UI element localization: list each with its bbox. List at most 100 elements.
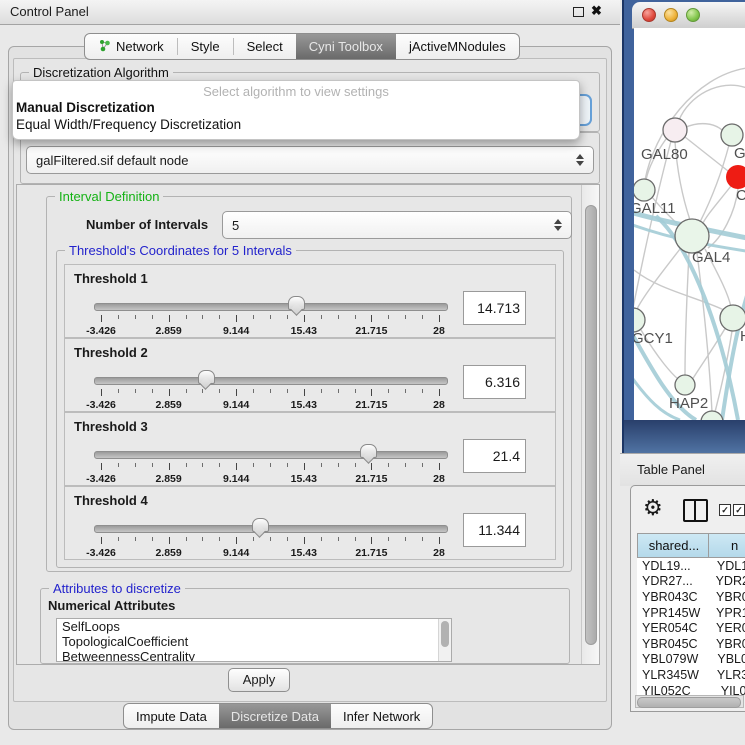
slider-thumb[interactable]	[198, 370, 215, 384]
table-row[interactable]: YLR345WYLR3	[637, 667, 745, 683]
list-item-betweennesscentrality[interactable]: BetweennessCentrality	[57, 649, 451, 662]
gear-icon[interactable]: ⚙	[643, 494, 663, 522]
popup-item-manual-discretization[interactable]: Manual Discretization	[16, 100, 155, 115]
slider-thumb[interactable]	[288, 296, 305, 310]
threshold-value-field[interactable]: 21.4	[463, 439, 526, 473]
table-cell[interactable]: YLR3	[710, 668, 745, 682]
network-node-hap2[interactable]	[675, 375, 695, 395]
table-cell[interactable]: YER054C	[637, 621, 709, 635]
network-edge[interactable]	[700, 145, 729, 222]
table-cell[interactable]: YDR2	[709, 574, 745, 588]
threshold-value-field[interactable]: 14.713	[463, 291, 526, 325]
column-header-shared-name[interactable]: shared...	[637, 533, 709, 558]
table-row[interactable]: YBR043CYBR0	[637, 589, 745, 605]
list-item-topologicalcoefficient[interactable]: TopologicalCoefficient	[57, 634, 451, 649]
network-node-gal11[interactable]	[634, 179, 655, 201]
network-edge[interactable]	[708, 189, 738, 248]
threshold-slider[interactable]: -3.4262.8599.14415.4321.71528	[94, 373, 446, 411]
vertical-scrollbar-thumb[interactable]	[585, 205, 597, 645]
table-cell[interactable]: YPR145W	[637, 606, 709, 620]
table-row[interactable]: YBR045CYBR0	[637, 636, 745, 652]
list-item-selfloops[interactable]: SelfLoops	[57, 619, 451, 634]
list-scrollbar-thumb[interactable]	[441, 621, 449, 647]
apply-button[interactable]: Apply	[228, 668, 290, 692]
tab-network[interactable]: Network	[85, 34, 177, 59]
slider-track[interactable]	[94, 303, 448, 311]
network-window-bottom-border	[622, 420, 745, 453]
network-edge[interactable]	[702, 186, 731, 225]
tab-impute-data[interactable]: Impute Data	[124, 704, 219, 728]
table-data-combo[interactable]: galFiltered.sif default node	[26, 146, 594, 174]
table-row[interactable]: YPR145WYPR1	[637, 605, 745, 621]
table-cell[interactable]: YDL19...	[637, 559, 710, 573]
threshold-slider[interactable]: -3.4262.8599.14415.4321.71528	[94, 447, 446, 485]
checkbox-icon[interactable]: ✓	[719, 504, 731, 516]
slider-thumb[interactable]	[252, 518, 269, 532]
table-row[interactable]: YER054CYER0	[637, 620, 745, 636]
traffic-light-minimize-icon[interactable]	[664, 8, 678, 22]
number-of-intervals-combo[interactable]: 5	[222, 211, 572, 239]
table-cell[interactable]: YIL052C	[637, 684, 714, 695]
network-node[interactable]	[701, 411, 723, 420]
threshold-slider[interactable]: -3.4262.8599.14415.4321.71528	[94, 299, 446, 337]
table-cell[interactable]: YBR0	[709, 637, 745, 651]
table-row[interactable]: YBL079WYBL0	[637, 652, 745, 668]
close-icon[interactable]: ✖	[591, 3, 602, 19]
attributes-listbox[interactable]: SelfLoopsTopologicalCoefficientBetweenne…	[56, 618, 452, 662]
tab-cyni-toolbox[interactable]: Cyni Toolbox	[296, 34, 396, 59]
network-edge[interactable]	[634, 270, 724, 310]
table-row[interactable]: YDL19...YDL1	[637, 558, 745, 574]
horizontal-scrollbar-thumb[interactable]	[637, 697, 741, 708]
popup-item-equal-width-frequency[interactable]: Equal Width/Frequency Discretization	[16, 117, 241, 132]
slider-track[interactable]	[94, 377, 448, 385]
tab-style[interactable]: Style	[178, 34, 233, 59]
vertical-scrollbar[interactable]	[581, 185, 599, 664]
network-node-gal80[interactable]	[663, 118, 687, 142]
network-edge[interactable]	[685, 137, 728, 171]
network-node-ga[interactable]	[721, 124, 743, 146]
traffic-light-zoom-icon[interactable]	[686, 8, 700, 22]
network-edge[interactable]	[697, 253, 712, 412]
tab-infer-network[interactable]: Infer Network	[331, 704, 432, 728]
threshold-slider[interactable]: -3.4262.8599.14415.4321.71528	[94, 521, 446, 559]
table-cell[interactable]: YDR27...	[637, 574, 709, 588]
table-cell[interactable]: YLR345W	[637, 668, 710, 682]
float-window-icon[interactable]	[573, 7, 584, 17]
slider-tick	[236, 537, 237, 544]
table-cell[interactable]: YBL079W	[637, 652, 710, 666]
table-row[interactable]: YDR27...YDR2	[637, 574, 745, 590]
table-cell[interactable]: YBR043C	[637, 590, 709, 604]
tab-jactivemnodules[interactable]: jActiveMNodules	[396, 34, 519, 59]
table-cell[interactable]: YBR045C	[637, 637, 709, 651]
table-cell[interactable]: YDL1	[710, 559, 745, 573]
network-node-c[interactable]	[726, 165, 745, 189]
table-row[interactable]: YIL052CYIL0	[637, 683, 745, 695]
table-cell[interactable]: YBR0	[709, 590, 745, 604]
slider-track[interactable]	[94, 451, 448, 459]
network-edge[interactable]	[679, 85, 745, 120]
table-cell[interactable]: YBL0	[710, 652, 745, 666]
checkbox-icon[interactable]: ✓	[733, 504, 745, 516]
network-edge[interactable]	[684, 124, 722, 130]
horizontal-scrollbar[interactable]	[635, 695, 744, 708]
table-cell[interactable]: YER0	[709, 621, 745, 635]
traffic-light-close-icon[interactable]	[642, 8, 656, 22]
table-cell[interactable]: YIL0	[714, 684, 745, 695]
table-cell[interactable]: YPR1	[709, 606, 745, 620]
network-node-gal4[interactable]	[675, 219, 709, 253]
tab-select[interactable]: Select	[234, 34, 296, 59]
network-node-gcy1[interactable]	[634, 308, 645, 332]
threshold-value-field[interactable]: 11.344	[463, 513, 526, 547]
combo-arrows-icon[interactable]	[576, 154, 584, 166]
data-table[interactable]: YDL19...YDL1YDR27...YDR2YBR043CYBR0YPR14…	[637, 558, 745, 695]
split-view-icon[interactable]	[683, 499, 708, 522]
slider-thumb[interactable]	[360, 444, 377, 458]
threshold-value-field[interactable]: 6.316	[463, 365, 526, 399]
list-scrollbar[interactable]	[438, 619, 451, 661]
network-canvas[interactable]: GAL80GACGAL11GAL4GCY1HHAP2	[634, 28, 745, 420]
column-header-name[interactable]: n	[709, 533, 745, 558]
network-edge[interactable]	[685, 253, 689, 375]
tab-discretize-data[interactable]: Discretize Data	[219, 704, 331, 728]
slider-track[interactable]	[94, 525, 448, 533]
combo-arrows-icon[interactable]	[554, 219, 562, 231]
